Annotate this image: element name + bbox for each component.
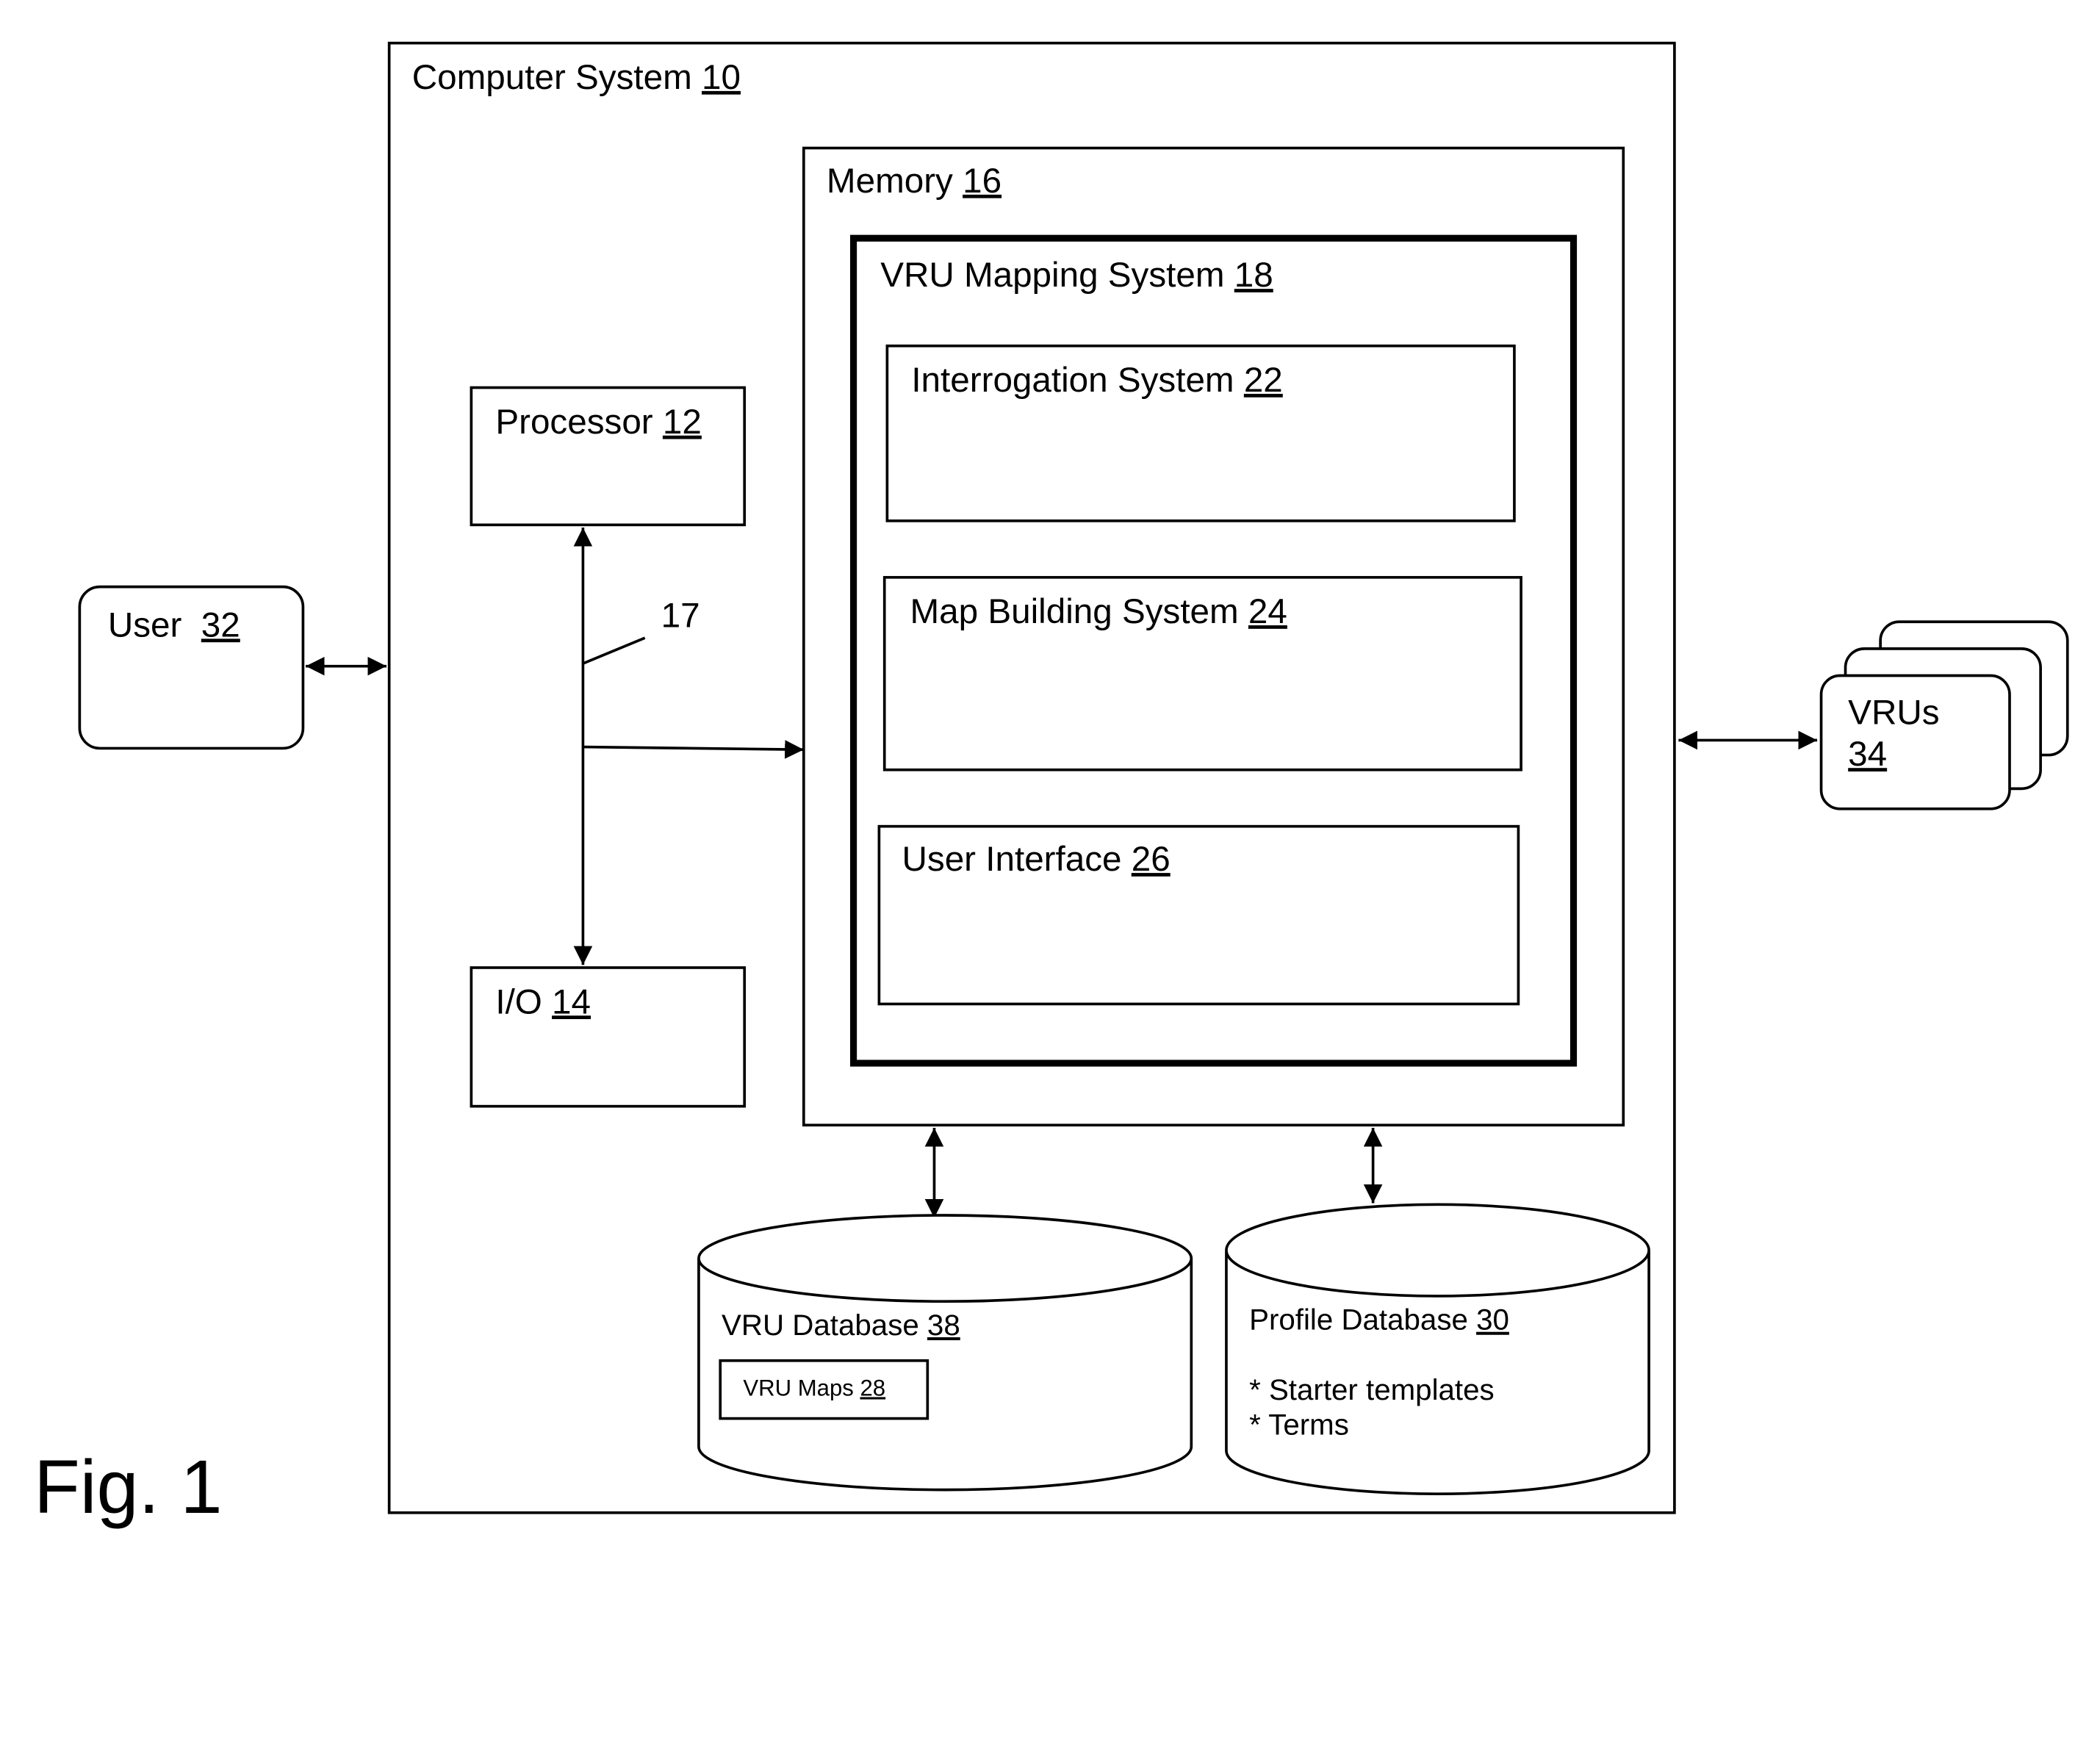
user-interface-label: User Interface 26: [902, 840, 1171, 879]
figure-caption: Fig. 1: [34, 1445, 223, 1529]
profile-database-cylinder: Profile Database 30 * Starter templates …: [1225, 1203, 1650, 1495]
vru-database-label: VRU Database 38: [722, 1309, 960, 1342]
map-building-system-box: Map Building System 24: [882, 575, 1522, 771]
vru-maps-label: VRU Maps 28: [743, 1375, 885, 1400]
profile-database-label: Profile Database 30: [1249, 1303, 1509, 1337]
processor-box: Processor 12: [470, 386, 747, 527]
user-label: User 32: [108, 605, 240, 644]
vru-database-cylinder: VRU Database 38 VRU Maps 28: [697, 1214, 1193, 1492]
user-interface-box: User Interface 26: [877, 824, 1520, 1006]
map-building-system-label: Map Building System 24: [910, 592, 1287, 631]
bus-ref-label: 17: [661, 597, 700, 636]
vrus-label: VRUs: [1848, 693, 1939, 732]
profile-item-starter-templates: * Starter templates: [1249, 1373, 1495, 1406]
interrogation-system-label: Interrogation System 22: [911, 361, 1282, 400]
io-box: I/O 14: [470, 966, 747, 1108]
processor-label: Processor 12: [495, 403, 702, 442]
computer-system-label: Computer System 10: [412, 58, 741, 97]
interrogation-system-box: Interrogation System 22: [885, 344, 1516, 522]
vrus-ref: 34: [1848, 735, 1887, 774]
fig1-diagram: Computer System 10 Memory 16 VRU Mapping…: [34, 41, 2069, 1529]
profile-item-terms: * Terms: [1249, 1409, 1349, 1442]
user-box: User 32: [78, 585, 305, 750]
vru-mapping-system-label: VRU Mapping System 18: [880, 256, 1273, 295]
io-label: I/O 14: [495, 982, 591, 1021]
memory-label: Memory 16: [827, 162, 1002, 201]
vrus-stack: VRUs 34: [1819, 620, 2069, 810]
